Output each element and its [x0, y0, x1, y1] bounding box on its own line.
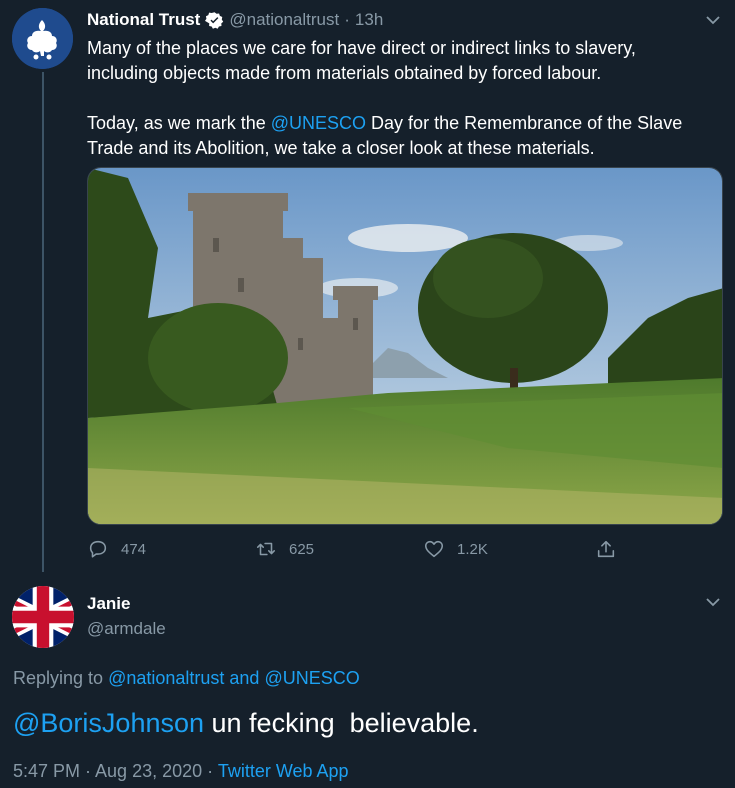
author-handle[interactable]: @nationaltrust [229, 10, 339, 30]
retweet-count: 625 [289, 540, 315, 558]
avatar-national-trust[interactable] [12, 8, 73, 69]
reply-timestamp[interactable]: 5:47 PM · Aug 23, 2020 · [13, 761, 218, 781]
oak-leaf-logo-icon [12, 8, 73, 69]
chevron-down-icon[interactable] [705, 12, 721, 28]
retweet-action[interactable]: 625 [255, 538, 314, 560]
thread-connector-line [42, 72, 44, 572]
castle-landscape-photo [88, 168, 722, 524]
reply-meta: 5:47 PM · Aug 23, 2020 · Twitter Web App [13, 761, 349, 782]
reply-action[interactable]: 474 [87, 538, 146, 560]
share-icon [597, 540, 615, 558]
source-app-link[interactable]: Twitter Web App [218, 761, 349, 781]
mention-borisjohnson-link[interactable]: @BorisJohnson [13, 708, 204, 738]
chevron-down-icon[interactable] [705, 594, 721, 610]
tweet-header: National Trust @nationaltrust · 13h [87, 8, 383, 32]
mention-nationaltrust-link[interactable]: @nationaltrust [108, 668, 224, 688]
text-segment: Today, as we mark the [87, 113, 271, 133]
heart-icon [424, 540, 444, 558]
tweet-national-trust[interactable]: National Trust @nationaltrust · 13h Many… [0, 0, 735, 575]
union-jack-flag-icon [12, 586, 74, 648]
tweet-actions: 474 625 1.2K [87, 538, 727, 564]
mention-unesco-link[interactable]: @UNESCO [264, 668, 359, 688]
reply-text-rest: un fecking believable. [204, 708, 479, 738]
share-action[interactable] [595, 538, 617, 560]
avatar-janie[interactable] [12, 586, 74, 648]
replying-prefix: Replying to [13, 668, 109, 688]
author-handle[interactable]: @armdale [87, 619, 166, 639]
mention-unesco-link[interactable]: @UNESCO [271, 113, 366, 133]
author-name[interactable]: National Trust [87, 10, 200, 30]
replying-to-line: Replying to @nationaltrust and @UNESCO [13, 668, 360, 689]
like-count: 1.2K [457, 540, 488, 558]
reply-count: 474 [121, 540, 147, 558]
tweet-image[interactable] [87, 167, 723, 525]
retweet-icon [256, 542, 276, 556]
tweet-paragraph-1: Many of the places we care for have dire… [87, 38, 636, 83]
reply-text: @BorisJohnson un fecking believable. [13, 708, 479, 739]
tweet-text: Many of the places we care for have dire… [87, 36, 707, 161]
reply-bubble-icon [89, 540, 107, 558]
replying-and: and [224, 668, 265, 688]
tweet-time[interactable]: 13h [355, 10, 383, 30]
separator-dot: · [344, 10, 350, 29]
tweet-reply-janie[interactable]: Janie @armdale Replying to @nationaltrus… [0, 580, 735, 788]
tweet-paragraph-2: Today, as we mark the @UNESCO Day for th… [87, 111, 707, 161]
like-action[interactable]: 1.2K [423, 538, 488, 560]
verified-badge-icon [205, 11, 224, 29]
author-name[interactable]: Janie [87, 594, 130, 614]
